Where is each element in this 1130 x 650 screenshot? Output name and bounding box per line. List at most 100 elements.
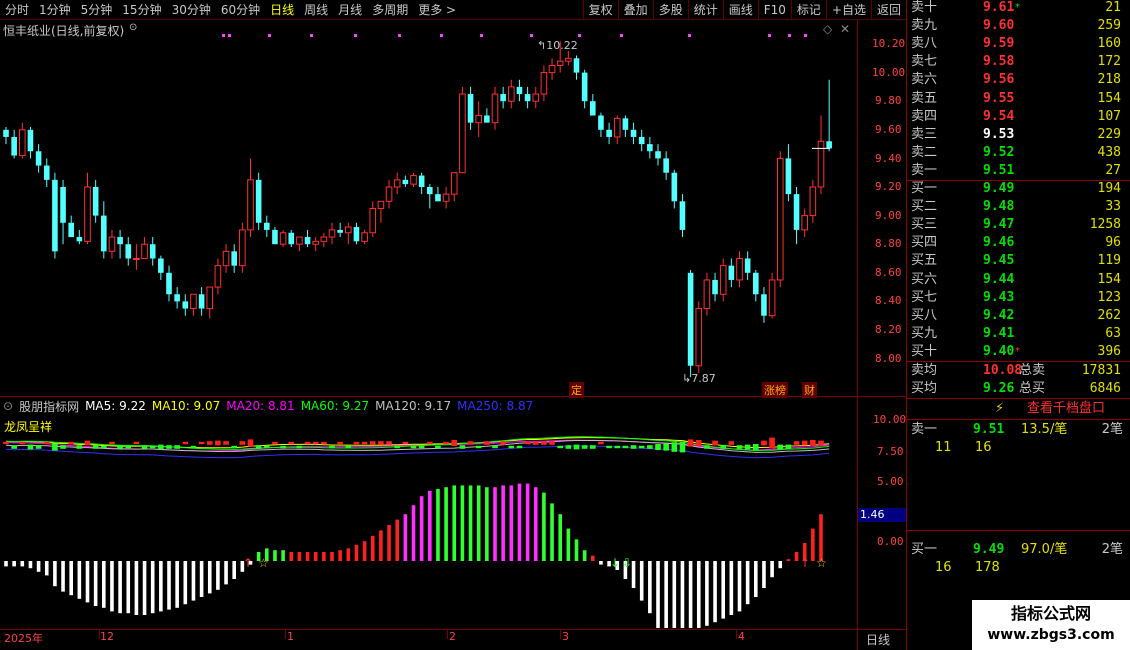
candle-body[interactable]	[214, 265, 222, 288]
candle-body[interactable]	[753, 272, 759, 295]
candle-body[interactable]	[141, 243, 148, 259]
candle-body[interactable]	[264, 222, 270, 230]
fuquan-button[interactable]: 复权	[582, 0, 618, 20]
candle-body[interactable]	[467, 94, 474, 123]
ask-level[interactable]: 卖九 9.60 259	[907, 17, 1130, 35]
bid-level[interactable]: 买七 9.43 123	[907, 289, 1130, 307]
candle-body[interactable]	[728, 265, 735, 280]
candle-body[interactable]	[598, 115, 604, 130]
tab-daily[interactable]: 日线	[265, 0, 299, 20]
mark-button[interactable]: 标记	[790, 0, 826, 20]
candle-body[interactable]	[671, 172, 678, 202]
candle-body[interactable]	[402, 179, 409, 185]
tab-30min[interactable]: 30分钟	[167, 0, 216, 20]
ask-level[interactable]: 卖八 9.59 160	[907, 35, 1130, 53]
add-watchlist-button[interactable]: +自选	[825, 0, 871, 20]
candle-body[interactable]	[84, 186, 91, 242]
statistics-button[interactable]: 统计	[687, 0, 723, 20]
f10-button[interactable]: F10	[757, 0, 791, 20]
ask-level[interactable]: 卖四 9.54 107	[907, 108, 1130, 126]
candle-body[interactable]	[524, 94, 531, 102]
ask-level[interactable]: 卖五 9.55 154	[907, 90, 1130, 108]
ask-level[interactable]: 卖十 9.61 21 *	[907, 0, 1130, 17]
candle-body[interactable]	[418, 175, 425, 187]
chart-area[interactable]: 恒丰纸业(日线,前复权) ⊙ ◇ ✕ 10.20 10.00 9.80 9.60…	[0, 20, 906, 650]
candle-body[interactable]	[565, 57, 572, 62]
candle-body[interactable]	[198, 294, 205, 309]
candle-body[interactable]	[68, 222, 74, 238]
candle-body[interactable]	[272, 229, 278, 245]
candle-body[interactable]	[573, 58, 580, 73]
bid-level[interactable]: 买三 9.47 1258	[907, 216, 1130, 234]
candle-body[interactable]	[761, 294, 767, 316]
candle-body[interactable]	[663, 158, 669, 173]
candle-body[interactable]	[393, 179, 401, 188]
tab-1min[interactable]: 1分钟	[34, 0, 76, 20]
candle-body[interactable]	[687, 272, 694, 366]
tab-fenshi[interactable]: 分时	[0, 0, 34, 20]
tab-multi-period[interactable]: 多周期	[367, 0, 413, 20]
candle-body[interactable]	[500, 94, 506, 102]
candle-body[interactable]	[491, 93, 499, 124]
candle-body[interactable]	[540, 72, 548, 95]
candle-body[interactable]	[52, 179, 58, 252]
candle-body[interactable]	[353, 227, 360, 242]
candle-body[interactable]	[174, 294, 180, 302]
candle-body[interactable]	[736, 258, 743, 281]
multi-stock-button[interactable]: 多股	[652, 0, 688, 20]
candle-body[interactable]	[606, 129, 612, 137]
tab-more[interactable]: 更多 >	[413, 0, 461, 20]
candle-body[interactable]	[508, 86, 515, 102]
candle-body[interactable]	[231, 251, 237, 266]
ask-level[interactable]: 卖六 9.56 218	[907, 71, 1130, 89]
candle-body[interactable]	[516, 86, 523, 95]
candle-body[interactable]	[475, 115, 482, 124]
zhangbang-tag[interactable]: 涨榜	[762, 382, 788, 398]
candle-body[interactable]	[590, 101, 596, 116]
candle-body[interactable]	[92, 187, 99, 216]
candle-body[interactable]	[801, 215, 809, 231]
candle-body[interactable]	[450, 172, 458, 195]
candle-body[interactable]	[442, 193, 450, 202]
candle-body[interactable]	[345, 226, 352, 234]
candle-body[interactable]	[11, 136, 17, 156]
candle-body[interactable]	[532, 93, 540, 102]
bid-level[interactable]: 买六 9.44 154	[907, 271, 1130, 289]
candle-body[interactable]	[809, 186, 817, 217]
ask-level[interactable]: 卖七 9.58 172	[907, 53, 1130, 71]
candle-body[interactable]	[361, 232, 368, 242]
candle-body[interactable]	[622, 118, 629, 130]
candle-body[interactable]	[108, 236, 116, 252]
bid-level[interactable]: 买二 9.48 33	[907, 198, 1130, 216]
tab-monthly[interactable]: 月线	[333, 0, 367, 20]
candle-body[interactable]	[638, 136, 645, 145]
candle-body[interactable]	[785, 158, 792, 195]
candle-body[interactable]	[647, 144, 653, 152]
candle-body[interactable]	[369, 207, 377, 234]
candle-body[interactable]	[744, 258, 751, 273]
indicator-name[interactable]: 股朋指标网	[19, 398, 79, 415]
ask-level[interactable]: 卖一 9.51 27	[907, 162, 1130, 180]
candle-body[interactable]	[655, 151, 661, 159]
back-button[interactable]: 返回	[870, 0, 906, 20]
candle-body[interactable]	[793, 194, 800, 230]
candle-body[interactable]	[712, 279, 718, 295]
draw-line-button[interactable]: 画线	[722, 0, 758, 20]
bid-level[interactable]: 买五 9.45 119	[907, 252, 1130, 270]
indicator-chart[interactable]: ↑ ☆ ↓ ⇩ ↑ ☆	[0, 415, 857, 628]
candle-body[interactable]	[556, 60, 564, 66]
tab-15min[interactable]: 15分钟	[117, 0, 166, 20]
candle-body[interactable]	[679, 201, 686, 230]
candle-body[interactable]	[427, 187, 433, 195]
cai-tag[interactable]: 财	[802, 382, 817, 398]
ask-level[interactable]: 卖三 9.53 229	[907, 126, 1130, 144]
bid-level[interactable]: 买八 9.42 262	[907, 307, 1130, 325]
candle-body[interactable]	[776, 157, 784, 281]
tab-weekly[interactable]: 周线	[299, 0, 333, 20]
candle-body[interactable]	[288, 232, 295, 245]
candle-body[interactable]	[190, 293, 197, 310]
candle-body[interactable]	[613, 117, 621, 138]
ding-tag[interactable]: 定	[569, 382, 584, 398]
candle-body[interactable]	[484, 115, 490, 123]
candle-body[interactable]	[337, 229, 343, 233]
